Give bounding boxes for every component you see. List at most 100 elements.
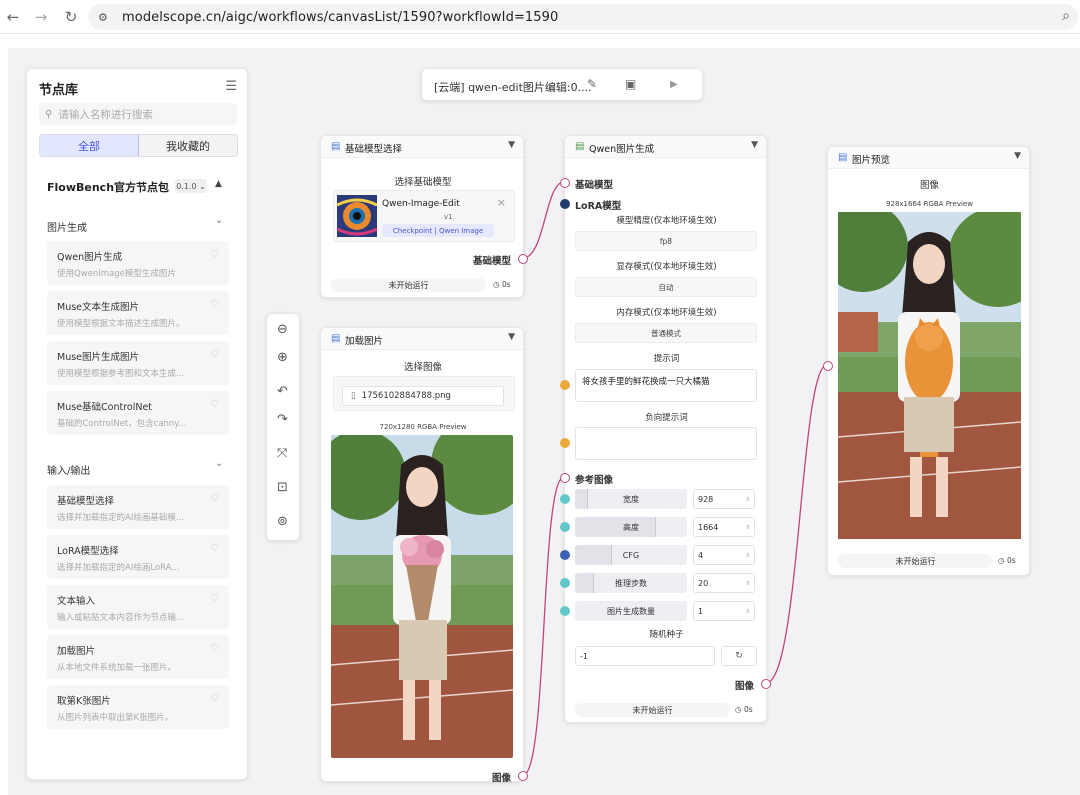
input-port-cfg[interactable] bbox=[560, 550, 570, 560]
memory-select[interactable]: 普通模式 bbox=[575, 323, 757, 343]
redo-icon[interactable]: ↷ bbox=[277, 412, 288, 427]
lock-icon[interactable]: ⊡ bbox=[277, 480, 288, 495]
library-item[interactable]: Muse基础ControlNet ♡ 基础的ControlNet，包含canny… bbox=[47, 391, 229, 435]
back-arrow-icon[interactable]: ← bbox=[2, 6, 24, 28]
node-header[interactable]: ▤ 图片预览 ▼ bbox=[828, 147, 1029, 169]
heart-icon[interactable]: ♡ bbox=[210, 643, 219, 654]
close-icon[interactable]: × bbox=[497, 196, 506, 209]
heart-icon[interactable]: ♡ bbox=[210, 543, 219, 554]
zoom-out-icon[interactable]: ⊖ bbox=[277, 322, 288, 337]
param-steps[interactable]: 推理步数 20 ⇕ bbox=[575, 573, 755, 593]
heart-icon[interactable]: ♡ bbox=[210, 693, 219, 704]
input-port-reference[interactable] bbox=[560, 473, 570, 483]
edit-icon[interactable]: ✎ bbox=[587, 77, 597, 91]
heart-icon[interactable]: ♡ bbox=[210, 399, 219, 410]
chevron-down-icon[interactable]: ▼ bbox=[508, 140, 515, 150]
input-port-steps[interactable] bbox=[560, 578, 570, 588]
output-port[interactable] bbox=[518, 771, 528, 781]
model-card[interactable]: Qwen-Image-Edit v1 × Checkpoint | Qwen I… bbox=[333, 190, 515, 242]
chevron-down-icon[interactable]: ▼ bbox=[1014, 151, 1021, 161]
zoom-in-icon[interactable]: ⊕ bbox=[277, 350, 288, 365]
library-item[interactable]: 基础模型选择 ♡ 选择并加载指定的AI绘画基础模... bbox=[47, 485, 229, 529]
input-port-negative[interactable] bbox=[560, 438, 570, 448]
library-item[interactable]: Muse文本生成图片 ♡ 使用模型根据文本描述生成图片。 bbox=[47, 291, 229, 335]
tab-all[interactable]: 全部 bbox=[40, 135, 139, 156]
heart-icon[interactable]: ♡ bbox=[210, 593, 219, 604]
reload-icon[interactable]: ↻ bbox=[60, 6, 82, 28]
param-value-input[interactable]: 1664 ⇕ bbox=[693, 517, 755, 537]
spinner-icon[interactable]: ⇕ bbox=[745, 496, 750, 503]
input-port-count[interactable] bbox=[560, 606, 570, 616]
library-item[interactable]: 文本输入 ♡ 输入或粘贴文本内容作为节点输... bbox=[47, 585, 229, 629]
file-picker[interactable]: ▯ 1756102884788.png bbox=[333, 376, 515, 411]
seed-input[interactable]: -1 bbox=[575, 646, 715, 666]
heart-icon[interactable]: ♡ bbox=[210, 349, 219, 360]
site-settings-icon[interactable]: ⚙ bbox=[98, 11, 114, 24]
save-icon[interactable]: ▣ bbox=[625, 77, 636, 91]
section-title-io: 输入/输出 bbox=[47, 466, 91, 477]
fit-view-icon[interactable]: ⤧ bbox=[277, 446, 287, 461]
library-item[interactable]: Qwen图片生成 ♡ 使用QwenImage模型生成图片 bbox=[47, 241, 229, 285]
input-port-base-model[interactable] bbox=[560, 178, 570, 188]
node-image-preview[interactable]: ▤ 图片预览 ▼ 图像 928x1664 RGBA Preview 未开始运行 … bbox=[823, 146, 1030, 576]
spinner-icon[interactable]: ⇕ bbox=[745, 524, 750, 531]
library-item[interactable]: LoRA模型选择 ♡ 选择并加载指定的AI绘画LoRA... bbox=[47, 535, 229, 579]
prompt-textarea[interactable]: 将女孩手里的鲜花换成一只大橘猫 bbox=[575, 369, 757, 402]
input-port-height[interactable] bbox=[560, 522, 570, 532]
heart-icon[interactable]: ♡ bbox=[210, 249, 219, 260]
node-base-model-select[interactable]: ▤ 基础模型选择 ▼ 选择基础模型 Qwen-Image-Edit v1 × C… bbox=[320, 135, 528, 298]
chevron-down-icon[interactable]: ⌄ bbox=[215, 215, 223, 226]
randomize-seed-button[interactable]: ↻ bbox=[721, 646, 757, 666]
param-name-box[interactable]: 图片生成数量 bbox=[575, 601, 687, 621]
library-item[interactable]: 取第K张图片 ♡ 从图片列表中取出第K张图片。 bbox=[47, 685, 229, 729]
package-version-select[interactable]: 0.1.0 ⌄ bbox=[175, 179, 207, 193]
library-item[interactable]: 加载图片 ♡ 从本地文件系统加载一张图片。 bbox=[47, 635, 229, 679]
param-name-box[interactable]: 高度 bbox=[575, 517, 687, 537]
param-value-input[interactable]: 928 ⇕ bbox=[693, 489, 755, 509]
param-width[interactable]: 宽度 928 ⇕ bbox=[575, 489, 755, 509]
chevron-down-icon[interactable]: ▼ bbox=[508, 332, 515, 342]
input-port-prompt[interactable] bbox=[560, 380, 570, 390]
param-value-input[interactable]: 1 ⇕ bbox=[693, 601, 755, 621]
spinner-icon[interactable]: ⇕ bbox=[745, 552, 750, 559]
param-height[interactable]: 高度 1664 ⇕ bbox=[575, 517, 755, 537]
run-play-icon[interactable]: ▶ bbox=[670, 79, 678, 90]
forward-arrow-icon[interactable]: → bbox=[30, 6, 52, 28]
node-header[interactable]: ▤ 加载图片 ▼ bbox=[321, 328, 523, 350]
node-header[interactable]: ▤ Qwen图片生成 ▼ bbox=[565, 136, 766, 158]
undo-icon[interactable]: ↶ bbox=[277, 384, 288, 399]
collapse-menu-icon[interactable]: ☰ bbox=[225, 79, 237, 94]
heart-icon[interactable]: ♡ bbox=[210, 493, 219, 504]
input-port-lora[interactable] bbox=[560, 199, 570, 209]
param-value-input[interactable]: 4 ⇕ bbox=[693, 545, 755, 565]
negative-prompt-textarea[interactable] bbox=[575, 427, 757, 460]
node-header[interactable]: ▤ 基础模型选择 ▼ bbox=[321, 136, 523, 158]
precision-select[interactable]: fp8 bbox=[575, 231, 757, 251]
param-cfg[interactable]: CFG 4 ⇕ bbox=[575, 545, 755, 565]
output-port[interactable] bbox=[518, 254, 528, 264]
spinner-icon[interactable]: ⇕ bbox=[745, 608, 750, 615]
chevron-down-icon[interactable]: ▼ bbox=[751, 140, 758, 150]
library-item[interactable]: Muse图片生成图片 ♡ 使用模型根据参考图和文本生成... bbox=[47, 341, 229, 385]
minimap-icon[interactable]: ⊚ bbox=[277, 514, 288, 529]
file-name-field[interactable]: ▯ 1756102884788.png bbox=[342, 386, 504, 406]
tab-favorites[interactable]: 我收藏的 bbox=[139, 135, 237, 156]
param-name-box[interactable]: 推理步数 bbox=[575, 573, 687, 593]
vram-select[interactable]: 自动 bbox=[575, 277, 757, 297]
zoom-icon[interactable]: ⌕ bbox=[1062, 8, 1070, 24]
param-value-input[interactable]: 20 ⇕ bbox=[693, 573, 755, 593]
input-port-width[interactable] bbox=[560, 494, 570, 504]
param-name-box[interactable]: 宽度 bbox=[575, 489, 687, 509]
param-count[interactable]: 图片生成数量 1 ⇕ bbox=[575, 601, 755, 621]
address-bar[interactable]: ⚙ modelscope.cn/aigc/workflows/canvasLis… bbox=[88, 4, 1078, 30]
node-load-image[interactable]: ▤ 加载图片 ▼ 选择图像 ▯ 1756102884788.png 720x12… bbox=[320, 327, 528, 784]
chevron-down-icon[interactable]: ⌄ bbox=[215, 458, 223, 469]
node-qwen-image-gen[interactable]: ▤ Qwen图片生成 ▼ 基础模型 LoRA模型 模型精度(仅本地环境生效) f… bbox=[560, 135, 771, 723]
input-port-image[interactable] bbox=[823, 361, 833, 371]
param-name-box[interactable]: CFG bbox=[575, 545, 687, 565]
spinner-icon[interactable]: ⇕ bbox=[745, 580, 750, 587]
heart-icon[interactable]: ♡ bbox=[210, 299, 219, 310]
node-search-input[interactable]: ⚲ 请输入名称进行搜索 bbox=[39, 103, 237, 125]
output-port[interactable] bbox=[761, 679, 771, 689]
chevron-up-icon[interactable]: ▲ bbox=[215, 179, 222, 189]
